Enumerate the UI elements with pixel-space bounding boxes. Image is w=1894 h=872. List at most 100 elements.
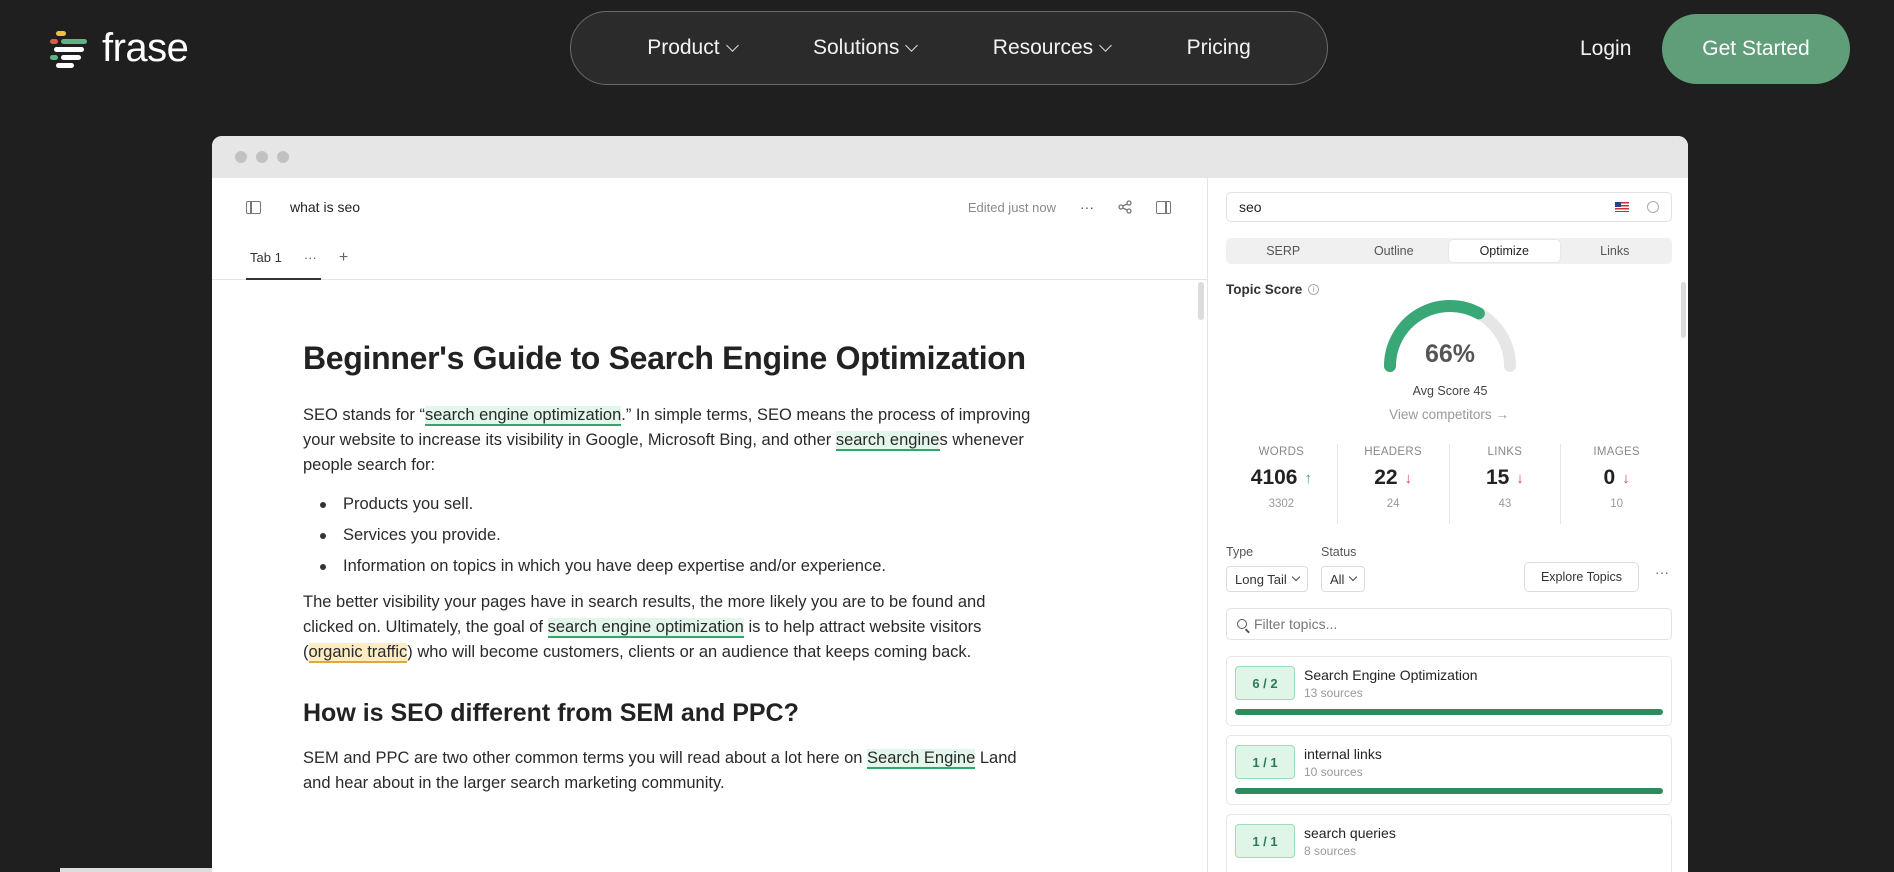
tab-outline[interactable]: Outline [1339, 240, 1450, 262]
tab-serp[interactable]: SERP [1228, 240, 1339, 262]
more-options-icon[interactable]: ··· [1080, 199, 1094, 215]
status-label: Status [1321, 545, 1357, 559]
explore-topics-button[interactable]: Explore Topics [1524, 562, 1639, 592]
editor-scrollbar[interactable] [1198, 282, 1204, 320]
topic-name: search queries [1304, 825, 1396, 841]
highlighted-topic-warning[interactable]: organic traffic [308, 643, 408, 663]
keyword-search-field[interactable]: seo [1226, 192, 1672, 222]
tab-1[interactable]: Tab 1 ··· [246, 236, 321, 280]
highlighted-topic[interactable]: search engine optimization [547, 618, 744, 638]
content-stats: WORDS 4106 ↑ 3302 HEADERS 22 ↓ 24 LINKS 15… [1226, 444, 1672, 524]
paragraph-3: SEM and PPC are two other common terms y… [303, 746, 1033, 796]
highlighted-topic[interactable]: search engine [835, 431, 940, 451]
chevron-down-icon [1349, 572, 1358, 582]
login-link[interactable]: Login [1580, 37, 1631, 61]
info-icon[interactable]: i [1308, 284, 1320, 295]
stat-headers: HEADERS 22 ↓ 24 [1336, 444, 1449, 524]
keyword-query: seo [1239, 199, 1262, 215]
nav-label: Product [647, 36, 720, 59]
tab-menu-icon[interactable]: ··· [304, 250, 317, 265]
app-window: what is seo Edited just now ··· Tab 1 ··… [212, 136, 1688, 872]
us-flag-icon[interactable] [1615, 202, 1629, 212]
tab-optimize[interactable]: Optimize [1449, 240, 1560, 262]
stat-links: LINKS 15 ↓ 43 [1448, 444, 1561, 524]
more-options-icon[interactable]: ··· [1655, 564, 1669, 580]
stat-key: IMAGES [1593, 446, 1640, 458]
status-dropdown[interactable]: All [1321, 566, 1366, 592]
edit-status: Edited just now [967, 199, 1056, 215]
nav-label: Solutions [812, 36, 900, 59]
highlighted-topic[interactable]: Search Engine [867, 749, 976, 769]
stat-key: WORDS [1258, 446, 1305, 458]
sidebar-toggle-icon[interactable] [246, 200, 261, 214]
page-progress-line [60, 868, 420, 872]
document-editor: what is seo Edited just now ··· Tab 1 ··… [212, 178, 1208, 872]
stat-key: HEADERS [1364, 446, 1422, 458]
panel-scrollbar[interactable] [1681, 282, 1686, 338]
text: ) who will become customers, clients or … [407, 643, 972, 661]
nav-item-product[interactable]: Product [647, 36, 739, 60]
nav-label: Pricing [1186, 36, 1251, 59]
stat-value: 0 [1603, 466, 1616, 489]
brand-name: frase [102, 26, 189, 70]
topic-name: Search Engine Optimization [1304, 667, 1478, 683]
document-title[interactable]: what is seo [290, 199, 360, 215]
window-titlebar [212, 136, 1688, 178]
topic-sources: 13 sources [1304, 686, 1363, 700]
text: SEM and PPC are two other common terms y… [303, 749, 868, 767]
arrow-down-icon: ↓ [1516, 469, 1524, 487]
nav-item-solutions[interactable]: Solutions [812, 36, 919, 60]
dropdown-value: Long Tail [1235, 571, 1287, 587]
average-score: Avg Score 45 [1412, 384, 1488, 398]
dropdown-value: All [1330, 571, 1345, 587]
search-icon [1237, 619, 1247, 629]
topic-sources: 10 sources [1304, 765, 1363, 779]
section-heading: How is SEO different from SEM and PPC? [303, 699, 799, 727]
window-dot [256, 151, 268, 163]
frase-logo-icon [50, 27, 94, 71]
right-panel-toggle-icon[interactable] [1156, 200, 1171, 214]
stat-images: IMAGES 0 ↓ 10 [1560, 444, 1672, 524]
stat-target: 3302 [1268, 498, 1295, 510]
stat-words: WORDS 4106 ↑ 3302 [1226, 444, 1337, 524]
label-text: Topic Score [1226, 282, 1303, 297]
topic-card[interactable]: 1 / 1 internal links 10 sources [1226, 735, 1672, 805]
document-content[interactable]: Beginner's Guide to Search Engine Optimi… [303, 338, 1033, 796]
filter-placeholder: Filter topics... [1254, 616, 1338, 632]
nav-item-pricing[interactable]: Pricing [1187, 36, 1251, 60]
document-tabs: Tab 1 ··· + [212, 236, 1207, 280]
bullet-list: Products you sell. Services you provide.… [303, 489, 1033, 582]
stat-target: 10 [1610, 498, 1624, 510]
topic-card[interactable]: 1 / 1 search queries 8 sources [1226, 814, 1672, 872]
list-item: Information on topics in which you have … [303, 551, 1033, 582]
type-label: Type [1226, 545, 1254, 559]
tab-links[interactable]: Links [1560, 240, 1671, 262]
topic-card[interactable]: 6 / 2 Search Engine Optimization 13 sour… [1226, 656, 1672, 726]
filter-topics-input[interactable]: Filter topics... [1226, 608, 1672, 640]
topic-count-badge: 1 / 1 [1235, 824, 1295, 858]
text: SEO stands for “ [303, 406, 425, 424]
stat-key: LINKS [1487, 446, 1523, 458]
nav-item-resources[interactable]: Resources [993, 36, 1113, 60]
share-icon[interactable] [1118, 200, 1132, 214]
arrow-down-icon: ↓ [1622, 469, 1630, 487]
view-competitors-link[interactable]: View competitors → [1349, 407, 1549, 422]
get-started-button[interactable]: Get Started [1662, 14, 1850, 84]
type-dropdown[interactable]: Long Tail [1226, 566, 1308, 592]
document-heading: Beginner's Guide to Search Engine Optimi… [303, 340, 1026, 376]
paragraph-2: The better visibility your pages have in… [303, 590, 1033, 665]
settings-icon[interactable] [1647, 201, 1659, 213]
add-tab-button[interactable]: + [339, 249, 348, 267]
list-item: Services you provide. [303, 520, 1033, 551]
tab-label: Tab 1 [250, 250, 282, 265]
optimize-panel: seo SERP Outline Optimize Links Topic Sc… [1209, 178, 1688, 872]
chevron-down-icon [1099, 39, 1113, 52]
highlighted-topic[interactable]: search engine optimization [424, 406, 622, 426]
topic-progress-bar [1235, 788, 1663, 794]
topic-name: internal links [1304, 746, 1382, 762]
topic-sources: 8 sources [1304, 844, 1357, 858]
frase-logo[interactable]: frase [50, 26, 189, 71]
stat-value: 15 [1485, 466, 1510, 489]
topic-count-badge: 6 / 2 [1235, 666, 1295, 700]
list-item: Products you sell. [303, 489, 1033, 520]
